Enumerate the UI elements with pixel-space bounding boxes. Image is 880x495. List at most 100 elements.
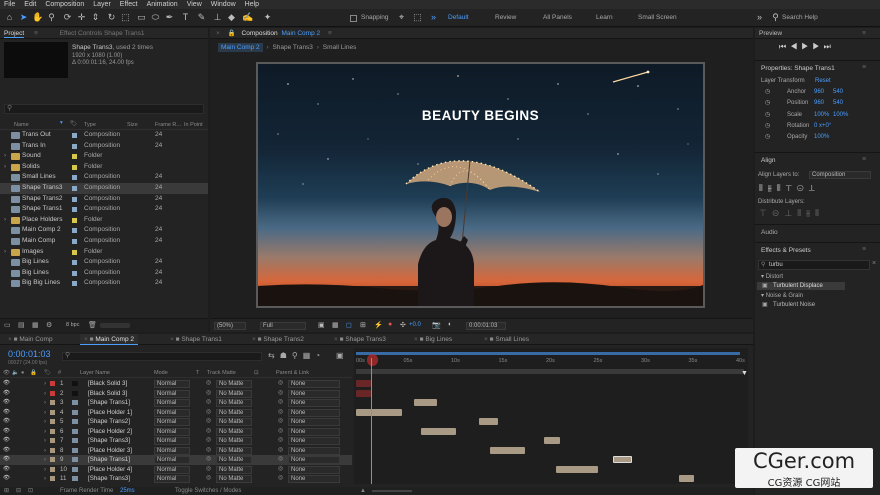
project-settings-icon[interactable]: ⚙ bbox=[46, 321, 52, 329]
stopwatch-icon[interactable]: ◷ bbox=[765, 111, 770, 118]
label-swatch[interactable] bbox=[72, 228, 77, 234]
parent-dropdown[interactable]: None bbox=[288, 389, 340, 398]
clear-search-icon[interactable]: × bbox=[872, 260, 876, 267]
label-swatch[interactable] bbox=[50, 390, 55, 396]
layer-mode-dropdown[interactable]: Normal bbox=[154, 427, 190, 436]
parent-dropdown[interactable]: None bbox=[288, 475, 340, 483]
layer-mode-dropdown[interactable]: Normal bbox=[154, 456, 190, 464]
transfer-controls-icon[interactable]: ⊟ bbox=[16, 487, 21, 495]
current-time-field[interactable]: 0:00:01:03 bbox=[466, 322, 506, 330]
parent-dropdown[interactable]: None bbox=[288, 446, 340, 455]
col-mode[interactable]: Mode bbox=[154, 369, 168, 378]
expand-arrow-icon[interactable]: › bbox=[44, 417, 46, 427]
fast-preview-icon[interactable]: ⚡ bbox=[374, 321, 383, 329]
label-swatch[interactable] bbox=[72, 260, 77, 266]
project-item[interactable]: Main Comp Composition 24 bbox=[0, 236, 208, 247]
timeline-current-time[interactable]: 0:00:01:03 bbox=[8, 349, 51, 359]
roi-icon[interactable]: ▣ bbox=[318, 321, 325, 329]
track-matte-dropdown[interactable]: No Matte bbox=[216, 408, 252, 417]
layer-row[interactable]: 👁 › 7 [Shape Trans3] Normal ◎ No Matte ◎ None bbox=[0, 436, 352, 446]
search-icon[interactable]: ⚲ bbox=[770, 12, 781, 23]
dolly-tool-icon[interactable]: ⇕ bbox=[90, 12, 101, 23]
transform-value-1[interactable]: 100% bbox=[814, 112, 829, 118]
video-switch-icon[interactable]: 👁 bbox=[3, 369, 10, 378]
thumbnail-slider[interactable] bbox=[100, 323, 130, 328]
transform-value-2[interactable]: 540 bbox=[833, 89, 843, 95]
expand-arrow-icon[interactable]: › bbox=[44, 408, 46, 418]
transform-value-1[interactable]: 960 bbox=[814, 100, 824, 106]
label-swatch[interactable] bbox=[72, 239, 77, 244]
work-area-bar[interactable] bbox=[356, 352, 740, 355]
stopwatch-icon[interactable]: ◷ bbox=[765, 88, 770, 95]
rotate-tool-icon[interactable]: ↻ bbox=[106, 12, 117, 23]
pickwhip-icon[interactable]: ◎ bbox=[278, 379, 283, 389]
show-snapshot-icon[interactable]: ◐ bbox=[448, 321, 452, 328]
search-help-input[interactable]: Search Help bbox=[782, 14, 818, 21]
timeline-tab[interactable]: × ■ Shape Trans3 bbox=[330, 334, 390, 345]
expand-arrow-icon[interactable]: › bbox=[44, 379, 46, 389]
audio-title[interactable]: Audio bbox=[761, 229, 778, 236]
anchor-tool-icon[interactable]: ⬚ bbox=[120, 12, 131, 23]
track-matte-dropdown[interactable]: No Matte bbox=[216, 389, 252, 398]
track-matte-icon[interactable]: ◎ bbox=[206, 398, 211, 408]
menu-view[interactable]: View bbox=[187, 1, 202, 8]
track-matte-icon[interactable]: ◎ bbox=[206, 408, 211, 418]
toggle-switches-button[interactable]: Toggle Switches / Modes bbox=[175, 487, 241, 495]
track-matte-icon[interactable]: ◎ bbox=[206, 455, 211, 465]
align-left-icon[interactable]: ⫴ bbox=[759, 183, 768, 193]
effects-group-noise[interactable]: ▾ Noise & Grain bbox=[761, 292, 803, 299]
layer-duration-bar[interactable] bbox=[356, 380, 372, 387]
type-tool-icon[interactable]: T bbox=[180, 12, 191, 23]
brush-tool-icon[interactable]: ✎ bbox=[196, 12, 207, 23]
preview-title[interactable]: Preview bbox=[759, 30, 782, 37]
expand-arrow-icon[interactable]: › bbox=[44, 455, 46, 465]
label-swatch[interactable] bbox=[72, 207, 77, 213]
layer-mode-dropdown[interactable]: Normal bbox=[154, 418, 190, 426]
track-matte-icon[interactable]: ◎ bbox=[206, 446, 211, 456]
label-swatch[interactable] bbox=[72, 196, 77, 202]
track-matte-dropdown[interactable]: No Matte bbox=[216, 465, 252, 474]
distribute-bottom-icon[interactable]: ⊥ bbox=[784, 208, 797, 218]
workspace-review[interactable]: Review bbox=[495, 14, 516, 21]
layer-name[interactable]: [Black Solid 3] bbox=[88, 389, 127, 399]
track-matte-dropdown[interactable]: No Matte bbox=[216, 446, 252, 455]
panel-menu-icon[interactable]: ≡ bbox=[862, 64, 866, 71]
expand-arrow-icon[interactable]: › bbox=[4, 162, 6, 173]
eye-icon[interactable]: 👁 bbox=[3, 427, 10, 437]
bpc-label[interactable]: 8 bpc bbox=[66, 322, 79, 328]
menu-help[interactable]: Help bbox=[245, 1, 259, 8]
track-matte-icon[interactable]: ◎ bbox=[206, 417, 211, 427]
time-ruler[interactable]: 00s 05s 10s 15s 20s 25s 30s 35s 40s bbox=[356, 358, 745, 368]
timeline-tab[interactable]: × ■ Main Comp 2 bbox=[80, 334, 138, 345]
layer-mode-dropdown[interactable]: Normal bbox=[154, 437, 190, 445]
label-swatch[interactable] bbox=[50, 400, 55, 405]
eye-icon[interactable]: 👁 bbox=[3, 379, 10, 389]
effects-search-input[interactable]: ⚲ turbu bbox=[758, 260, 870, 270]
parent-dropdown[interactable]: None bbox=[288, 427, 340, 436]
label-swatch[interactable] bbox=[72, 249, 77, 255]
workspace-all-panels[interactable]: All Panels bbox=[543, 14, 572, 21]
snapping-checkbox[interactable] bbox=[350, 15, 357, 22]
menu-file[interactable]: File bbox=[4, 1, 15, 8]
effect-item-turbulent-displace[interactable]: ▣ Turbulent Displace bbox=[757, 282, 845, 290]
project-item[interactable]: Shape Trans2 Composition 24 bbox=[0, 194, 208, 205]
track-matte-dropdown[interactable]: No Matte bbox=[216, 380, 252, 388]
layer-duration-bar[interactable] bbox=[544, 437, 560, 444]
expand-arrow-icon[interactable]: › bbox=[44, 446, 46, 456]
layer-mode-dropdown[interactable]: Normal bbox=[154, 399, 190, 407]
zoom-out-icon[interactable]: ▲ bbox=[360, 487, 366, 495]
col-layer-name[interactable]: Layer Name bbox=[80, 369, 110, 378]
audio-switch-icon[interactable]: 🔈 bbox=[12, 369, 19, 378]
zoom-slider[interactable] bbox=[372, 490, 412, 492]
pickwhip-icon[interactable]: ◎ bbox=[278, 398, 283, 408]
menu-window[interactable]: Window bbox=[211, 1, 236, 8]
in-out-icon[interactable]: ⊡ bbox=[28, 487, 33, 495]
parent-dropdown[interactable]: None bbox=[288, 437, 340, 445]
eye-icon[interactable]: 👁 bbox=[3, 446, 10, 456]
align-bottom-icon[interactable]: ⊥ bbox=[809, 183, 820, 193]
hand-tool-icon[interactable]: ✋ bbox=[32, 12, 43, 23]
last-frame-icon[interactable]: ⏭ bbox=[824, 42, 835, 51]
layer-duration-bar[interactable] bbox=[356, 389, 372, 397]
track-matte-dropdown[interactable]: No Matte bbox=[216, 427, 252, 436]
ellipse-tool-icon[interactable]: ⬭ bbox=[150, 12, 161, 23]
